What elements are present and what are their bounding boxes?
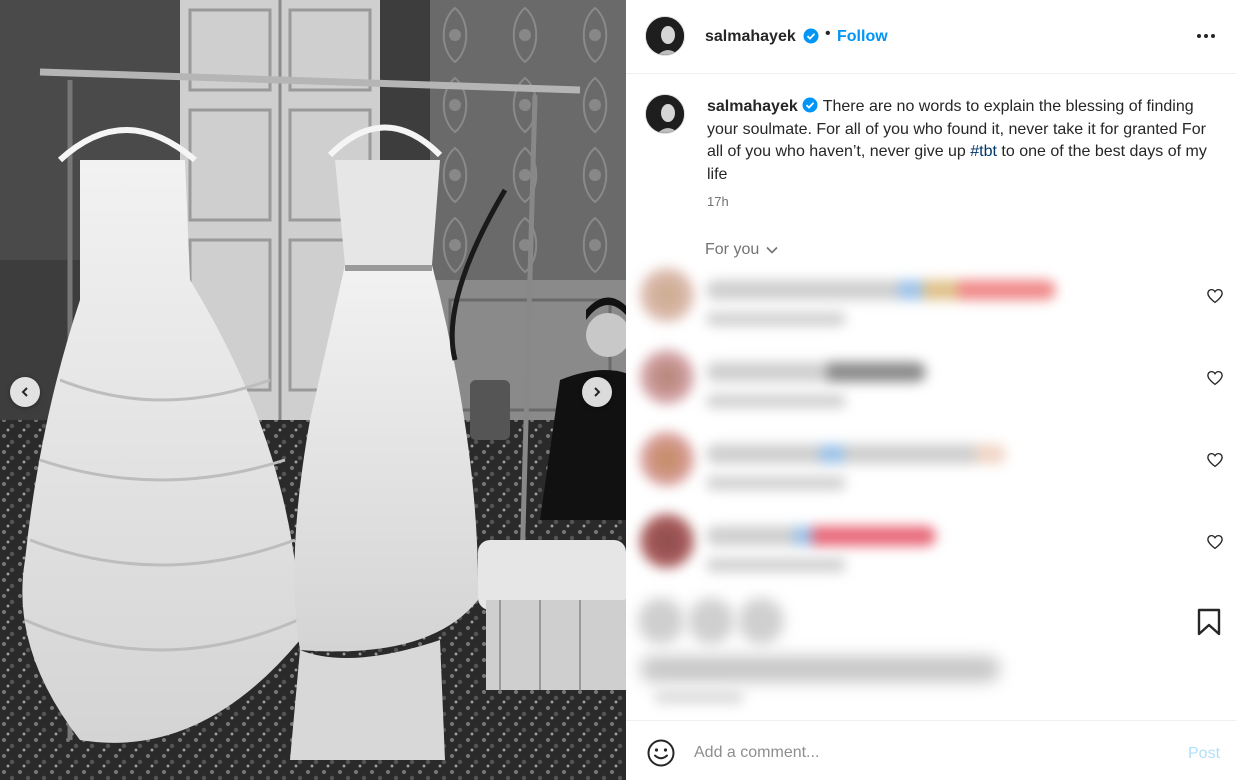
follow-button[interactable]: Follow	[837, 28, 888, 46]
previous-photo-button[interactable]	[10, 377, 40, 407]
comment-text-blurred	[706, 526, 936, 546]
wedding-dresses-image	[0, 0, 626, 780]
verified-badge-icon	[802, 97, 818, 113]
comments-filter-label: For you	[705, 241, 760, 258]
comment-item	[626, 424, 1236, 506]
like-comment-heart-icon[interactable]	[1206, 369, 1224, 387]
comment-item	[626, 342, 1236, 424]
comment-meta-blurred	[706, 558, 846, 572]
hashtag-link[interactable]: #tbt	[970, 143, 997, 160]
emoji-icon[interactable]	[646, 738, 676, 768]
likes-count-blurred	[640, 656, 1000, 682]
author-username[interactable]: salmahayek	[705, 28, 796, 46]
chevron-down-icon	[766, 246, 778, 254]
add-comment-bar: Post	[626, 720, 1236, 780]
comment-input[interactable]	[694, 738, 1164, 768]
post-details-panel: salmahayek • Follow salmahayek There are …	[626, 0, 1236, 780]
like-comment-heart-icon[interactable]	[1206, 451, 1224, 469]
author-avatar[interactable]	[645, 16, 685, 56]
chevron-right-icon	[594, 387, 601, 397]
comment-text-blurred	[706, 362, 926, 382]
comment-avatar[interactable]	[640, 432, 694, 486]
comment-button-blurred[interactable]	[688, 598, 734, 644]
more-options-icon	[1197, 34, 1215, 38]
comment-avatar[interactable]	[640, 350, 694, 404]
caption-text: salmahayek There are no words to explain …	[707, 96, 1212, 186]
post-timestamp[interactable]: 17h	[707, 194, 729, 209]
comment-avatar[interactable]	[640, 268, 694, 322]
comment-text-blurred	[706, 280, 1056, 300]
like-button-blurred[interactable]	[638, 598, 684, 644]
chevron-left-icon	[21, 387, 28, 397]
post-comment-button[interactable]: Post	[1188, 745, 1220, 763]
verified-badge-icon	[803, 28, 819, 44]
comment-meta-blurred	[706, 312, 846, 326]
comment-avatar[interactable]	[640, 514, 694, 568]
post-actions	[626, 580, 1236, 720]
post-date-blurred	[654, 690, 744, 704]
comment-item	[626, 260, 1236, 342]
comment-meta-blurred	[706, 394, 846, 408]
caption-username[interactable]: salmahayek	[707, 98, 798, 115]
comments-list	[626, 260, 1236, 588]
comment-meta-blurred	[706, 476, 846, 490]
profile-photo-icon	[646, 17, 684, 55]
comments-filter-dropdown[interactable]: For you	[705, 241, 779, 259]
profile-photo-icon	[646, 95, 684, 133]
caption-author-avatar[interactable]	[645, 94, 685, 134]
share-button-blurred[interactable]	[738, 598, 784, 644]
post-header: salmahayek • Follow	[626, 0, 1236, 74]
like-comment-heart-icon[interactable]	[1206, 533, 1224, 551]
separator-dot: •	[825, 25, 831, 42]
more-options-button[interactable]	[1194, 24, 1218, 48]
comment-item	[626, 506, 1236, 588]
save-bookmark-icon[interactable]	[1196, 608, 1222, 636]
comment-text-blurred	[706, 444, 1006, 464]
post-photo	[0, 0, 626, 780]
next-photo-button[interactable]	[582, 377, 612, 407]
like-comment-heart-icon[interactable]	[1206, 287, 1224, 305]
